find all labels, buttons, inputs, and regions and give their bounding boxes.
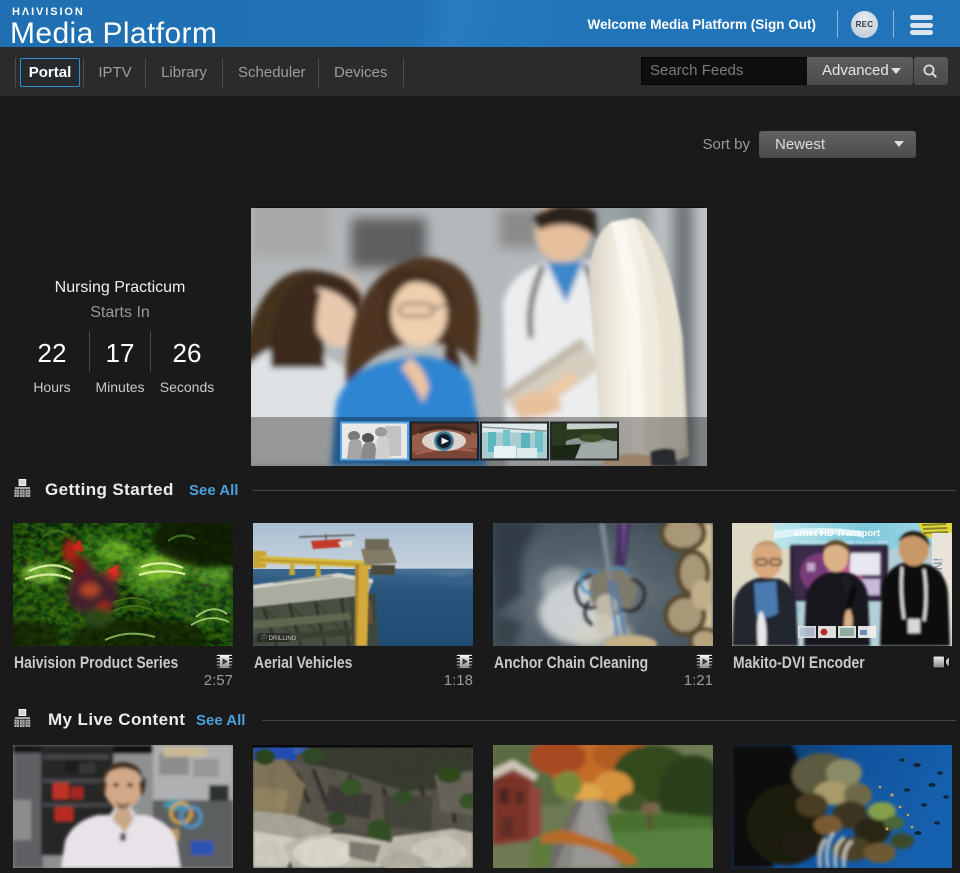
svg-text:ⓘ DRILLING: ⓘ DRILLING	[261, 634, 297, 642]
svg-text:ernet HD Transport: ernet HD Transport	[794, 528, 881, 539]
